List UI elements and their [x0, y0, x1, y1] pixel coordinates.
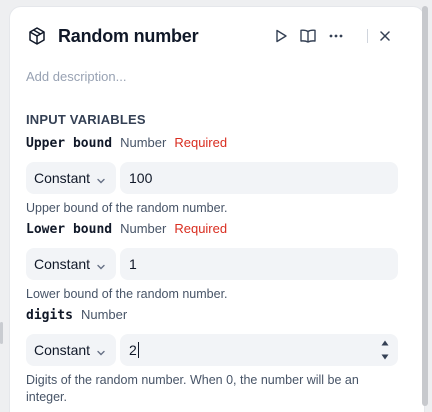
variable-lower-bound: Lower bound Number Required Constant 1 L…	[26, 221, 398, 303]
section-title-input-variables: INPUT VARIABLES	[26, 112, 146, 127]
cube-icon	[27, 26, 47, 46]
number-input[interactable]: 2	[120, 334, 398, 366]
chevron-down-icon	[96, 173, 106, 184]
number-spinner[interactable]	[380, 338, 390, 362]
header-divider	[367, 29, 368, 43]
close-icon[interactable]	[375, 26, 395, 46]
play-icon[interactable]	[271, 26, 291, 46]
chevron-down-icon	[96, 345, 106, 356]
variable-help-text: Digits of the random number. When 0, the…	[26, 373, 359, 404]
variable-type: Number	[120, 221, 167, 236]
source-select-value: Constant	[34, 256, 91, 272]
value-input[interactable]: 100	[120, 162, 398, 194]
value-input-text: 2	[129, 342, 137, 358]
panel-resize-handle[interactable]	[0, 322, 3, 344]
value-input-text: 1	[129, 256, 137, 272]
node-title[interactable]: Random number	[58, 26, 199, 47]
source-select[interactable]: Constant	[26, 162, 116, 194]
text-caret	[137, 342, 139, 358]
variable-name: Lower bound	[26, 222, 113, 237]
variable-name: Upper bound	[26, 136, 113, 151]
chevron-down-icon	[96, 259, 106, 270]
variable-digits: digits Number Constant 2 Digits of the r…	[26, 307, 398, 406]
source-select-value: Constant	[34, 342, 91, 358]
variable-type: Number	[120, 135, 167, 150]
scrollbar[interactable]	[422, 6, 428, 406]
increment-arrow-icon[interactable]	[380, 338, 390, 348]
decrement-arrow-icon[interactable]	[380, 352, 390, 362]
variable-help-text: Upper bound of the random number.	[26, 201, 228, 215]
node-config-panel: Random number Add description... INPUT V…	[9, 6, 425, 412]
source-select[interactable]: Constant	[26, 334, 116, 366]
description-input[interactable]: Add description...	[26, 69, 126, 84]
variable-help-text: Lower bound of the random number.	[26, 287, 228, 301]
variable-upper-bound: Upper bound Number Required Constant 100…	[26, 135, 398, 217]
panel-header: Random number	[10, 7, 424, 65]
variable-name: digits	[26, 308, 73, 323]
book-icon[interactable]	[298, 26, 318, 46]
source-select-value: Constant	[34, 170, 91, 186]
value-input[interactable]: 1	[120, 248, 398, 280]
more-icon[interactable]	[326, 26, 346, 46]
source-select[interactable]: Constant	[26, 248, 116, 280]
required-badge: Required	[174, 135, 228, 150]
value-input-text: 100	[129, 170, 153, 186]
variable-type: Number	[80, 307, 128, 322]
required-badge: Required	[174, 221, 228, 236]
